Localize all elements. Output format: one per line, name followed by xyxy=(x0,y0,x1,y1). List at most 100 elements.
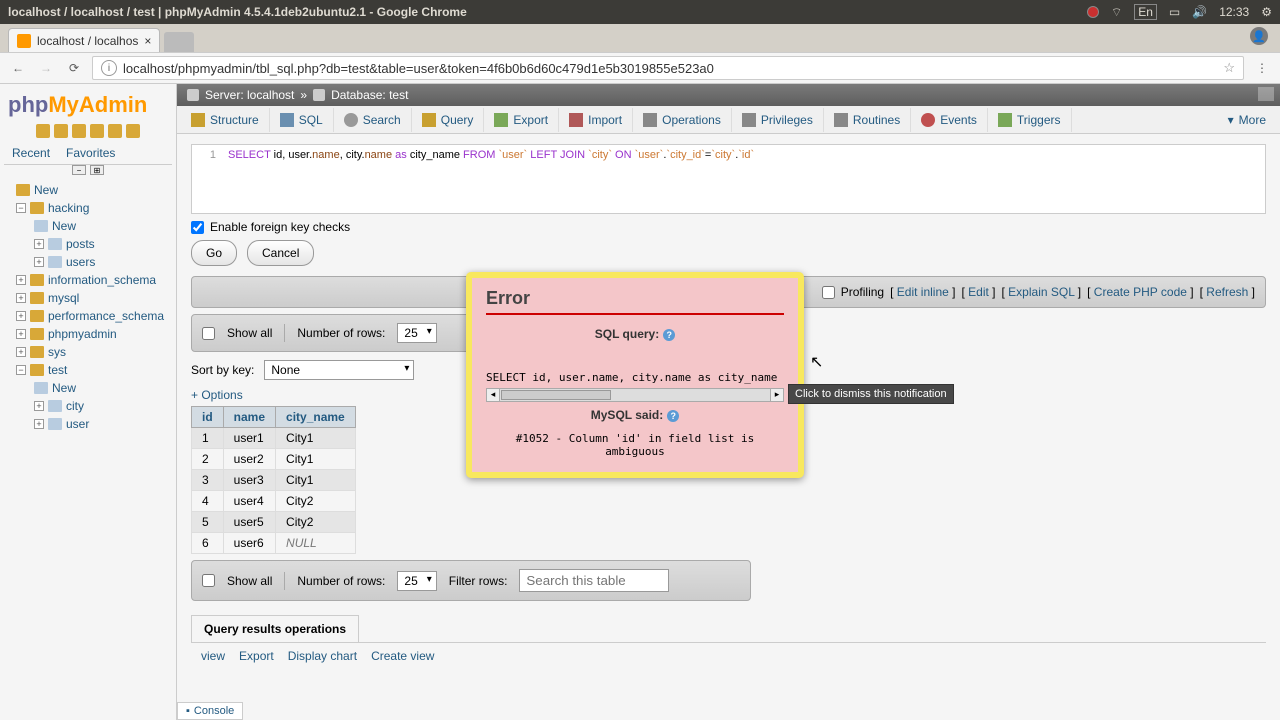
wifi-icon: ⌔ xyxy=(1111,5,1122,20)
error-sql-label: SQL query:? xyxy=(486,327,784,341)
tree-table-users[interactable]: +users xyxy=(4,253,172,271)
clock: 12:33 xyxy=(1219,5,1249,19)
qro-link-create-view[interactable]: Create view xyxy=(371,649,434,663)
browser-tab[interactable]: localhost / localhos × xyxy=(8,28,160,52)
qro-title: Query results operations xyxy=(191,615,359,642)
help-icon[interactable]: ? xyxy=(667,410,679,422)
tree-table-posts[interactable]: +posts xyxy=(4,235,172,253)
show-all-checkbox[interactable] xyxy=(202,327,215,340)
qro-link-view[interactable]: view xyxy=(201,649,225,663)
num-rows-select[interactable]: 25 xyxy=(397,571,436,591)
mouse-cursor-icon: ↖ xyxy=(810,352,823,372)
tree-new-table[interactable]: New xyxy=(4,379,172,397)
tree-db-info-schema[interactable]: +information_schema xyxy=(4,271,172,289)
back-button[interactable]: ← xyxy=(8,58,28,78)
filter-input[interactable] xyxy=(519,569,669,592)
logout-icon[interactable] xyxy=(54,124,68,138)
routines-icon xyxy=(834,113,848,127)
results-table: id name city_name 1user1City1 2user2City… xyxy=(191,406,356,554)
sidebar: phpMyAdmin Recent Favorites −⊞ New −hack… xyxy=(0,84,177,720)
tab-sql[interactable]: SQL xyxy=(270,108,334,132)
record-icon xyxy=(1087,6,1099,18)
tab-recent[interactable]: Recent xyxy=(4,142,58,164)
fk-checks-row: Enable foreign key checks xyxy=(191,220,1266,234)
breadcrumb-database[interactable]: Database: test xyxy=(331,88,408,102)
nav-settings-icon[interactable] xyxy=(126,124,140,138)
query-results-operations: Query results operations view Export Dis… xyxy=(191,615,1266,669)
os-title-bar: localhost / localhost / test | phpMyAdmi… xyxy=(0,0,1280,24)
error-popup[interactable]: Error SQL query:? SELECT id, user.name, … xyxy=(466,272,804,478)
link-explain[interactable]: Explain SQL xyxy=(1008,285,1074,299)
tab-events[interactable]: Events xyxy=(911,108,988,132)
reload-nav-icon[interactable] xyxy=(108,124,122,138)
chrome-menu-icon[interactable]: ⋮ xyxy=(1252,58,1272,78)
qro-link-export[interactable]: Export xyxy=(239,649,274,663)
tab-favorites[interactable]: Favorites xyxy=(58,142,123,164)
breadcrumb-server[interactable]: Server: localhost xyxy=(205,88,294,102)
num-rows-select[interactable]: 25 xyxy=(397,323,436,343)
pma-logo: phpMyAdmin xyxy=(8,92,172,118)
tab-privileges[interactable]: Privileges xyxy=(732,108,824,132)
dismiss-tooltip: Click to dismiss this notification xyxy=(788,384,954,404)
profiling-checkbox[interactable] xyxy=(822,286,835,299)
server-icon xyxy=(187,89,199,101)
docs-icon[interactable] xyxy=(72,124,86,138)
fk-checks-checkbox[interactable] xyxy=(191,221,204,234)
error-scrollbar[interactable] xyxy=(486,388,784,402)
tree-db-test[interactable]: −test xyxy=(4,361,172,379)
tree-new-db[interactable]: New xyxy=(4,181,172,199)
console-toggle[interactable]: ▪ Console xyxy=(177,702,243,720)
home-icon[interactable] xyxy=(36,124,50,138)
tab-operations[interactable]: Operations xyxy=(633,108,732,132)
cancel-button[interactable]: Cancel xyxy=(247,240,314,266)
tab-more[interactable]: ▾More xyxy=(1218,108,1276,132)
address-bar[interactable]: i localhost/phpmyadmin/tbl_sql.php?db=te… xyxy=(92,56,1244,80)
tree-db-phpmyadmin[interactable]: +phpmyadmin xyxy=(4,325,172,343)
star-icon[interactable]: ☆ xyxy=(1223,60,1235,76)
profile-avatar-icon[interactable]: 👤 xyxy=(1250,27,1268,45)
qro-link-chart[interactable]: Display chart xyxy=(288,649,357,663)
tree-table-city[interactable]: +city xyxy=(4,397,172,415)
num-rows-label: Number of rows: xyxy=(297,326,385,340)
import-icon xyxy=(569,113,583,127)
link-php-code[interactable]: Create PHP code xyxy=(1094,285,1187,299)
new-tab-button[interactable] xyxy=(164,32,194,52)
tree-new-table[interactable]: New xyxy=(4,217,172,235)
col-city-name[interactable]: city_name xyxy=(276,407,356,428)
tree-db-perf-schema[interactable]: +performance_schema xyxy=(4,307,172,325)
link-refresh[interactable]: Refresh xyxy=(1206,285,1248,299)
site-info-icon[interactable]: i xyxy=(101,60,117,76)
tree-table-user[interactable]: +user xyxy=(4,415,172,433)
sort-select[interactable]: None xyxy=(264,360,414,380)
tab-search[interactable]: Search xyxy=(334,108,412,132)
tab-import[interactable]: Import xyxy=(559,108,633,132)
settings-icon[interactable] xyxy=(90,124,104,138)
col-id[interactable]: id xyxy=(192,407,224,428)
tab-structure[interactable]: Structure xyxy=(181,108,270,132)
col-name[interactable]: name xyxy=(223,407,275,428)
tab-close-icon[interactable]: × xyxy=(144,34,151,48)
table-row: 1user1City1 xyxy=(192,428,356,449)
link-edit[interactable]: Edit xyxy=(968,285,989,299)
tree-db-sys[interactable]: +sys xyxy=(4,343,172,361)
collapse-icon[interactable] xyxy=(1258,87,1274,101)
db-tree: New −hacking New +posts +users +informat… xyxy=(4,181,172,433)
tab-query[interactable]: Query xyxy=(412,108,485,132)
language-indicator[interactable]: En xyxy=(1134,4,1157,20)
chevron-down-icon: ▾ xyxy=(1228,113,1234,127)
tab-export[interactable]: Export xyxy=(484,108,559,132)
show-all-checkbox[interactable] xyxy=(202,574,215,587)
gear-icon[interactable]: ⚙ xyxy=(1261,5,1272,19)
tab-routines[interactable]: Routines xyxy=(824,108,911,132)
go-button[interactable]: Go xyxy=(191,240,237,266)
top-tabs: Structure SQL Search Query Export Import… xyxy=(177,106,1280,134)
help-icon[interactable]: ? xyxy=(663,329,675,341)
tab-triggers[interactable]: Triggers xyxy=(988,108,1072,132)
tab-title: localhost / localhos xyxy=(37,34,138,48)
sql-editor[interactable]: 1 SELECT id, user.name, city.name as cit… xyxy=(191,144,1266,214)
tree-db-mysql[interactable]: +mysql xyxy=(4,289,172,307)
link-edit-inline[interactable]: Edit inline xyxy=(897,285,949,299)
structure-icon xyxy=(191,113,205,127)
reload-button[interactable]: ⟳ xyxy=(64,58,84,78)
tree-db-hacking[interactable]: −hacking xyxy=(4,199,172,217)
